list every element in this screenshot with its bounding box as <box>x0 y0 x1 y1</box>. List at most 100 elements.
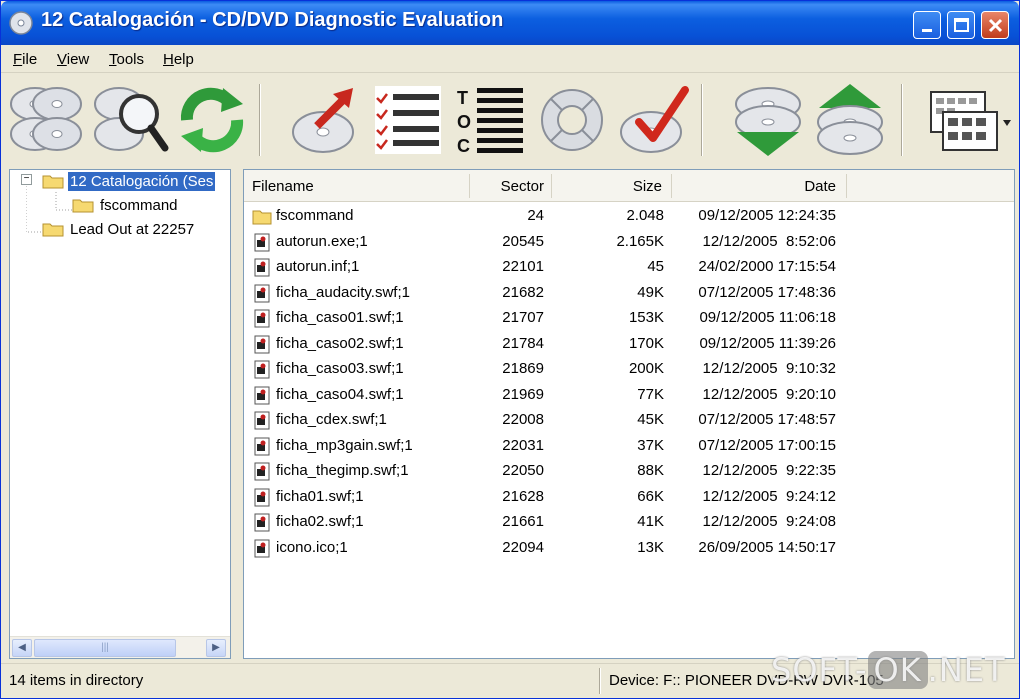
cell-filename: ficha_caso04.swf;1 <box>276 385 404 403</box>
tree-item-label: Lead Out at 22257 <box>70 220 195 238</box>
cell-size: 2.048 <box>626 207 664 224</box>
cell-filename: ficha01.swf;1 <box>276 487 364 505</box>
file-icon <box>254 462 270 481</box>
watermark-box: OK <box>867 651 928 689</box>
list-header: Filename Sector Size Date <box>244 170 1014 202</box>
table-row[interactable]: ficha_caso04.swf;1 21969 77K 12/12/2005 9:2… <box>244 383 1014 408</box>
minimize-icon <box>922 29 932 32</box>
table-row[interactable]: ficha_mp3gain.swf;1 22031 37K 07/12/2005 17… <box>244 434 1014 459</box>
view-mode-button[interactable] <box>927 82 1013 158</box>
lifebuoy-button[interactable] <box>533 82 611 158</box>
folder-tree[interactable]: − 12 Catalogación (Ses fscommand Lead Ou… <box>9 169 231 659</box>
checklist-button[interactable] <box>369 82 447 158</box>
scroll-left-button[interactable]: ◀ <box>12 639 32 657</box>
file-icon <box>254 284 270 302</box>
column-divider[interactable] <box>846 174 847 198</box>
menu-file[interactable]: File <box>13 51 37 68</box>
refresh-button[interactable] <box>173 82 251 158</box>
cell-sector: 21969 <box>502 385 544 403</box>
menu-help[interactable]: Help <box>163 51 194 68</box>
toc-button[interactable]: T O C <box>451 82 529 158</box>
table-row[interactable]: icono.ico;1 22094 13K 26/09/2005 14:50:17 <box>244 536 1014 561</box>
cell-filename: ficha_mp3gain.swf;1 <box>276 436 413 454</box>
checklist-icon <box>375 86 441 154</box>
minimize-button[interactable] <box>913 11 941 39</box>
status-divider <box>599 668 601 694</box>
disc-export-button[interactable] <box>287 82 365 158</box>
table-row[interactable]: ficha_cdex.swf;1 22008 45K 07/12/2005 17:48… <box>244 408 1014 433</box>
cell-size: 13K <box>637 538 664 556</box>
cell-filename: autorun.exe;1 <box>276 232 368 250</box>
table-row[interactable]: ficha02.swf;1 21661 41K 12/12/2005 9:24:08 <box>244 510 1014 535</box>
disc-up-button[interactable] <box>811 82 889 158</box>
cell-filename: fscommand <box>276 207 354 224</box>
table-row[interactable]: autorun.exe;1 20545 2.165K 12/12/2005 8:52:… <box>244 230 1014 255</box>
file-icon <box>254 539 270 557</box>
watermark-pre: SOFT- <box>771 651 868 689</box>
column-size[interactable]: Size <box>552 178 662 195</box>
cell-sector: 22101 <box>502 258 544 275</box>
maximize-icon <box>954 18 969 32</box>
cell-filename: icono.ico;1 <box>276 538 348 556</box>
maximize-button[interactable] <box>947 11 975 39</box>
cell-size: 66K <box>637 487 664 505</box>
cell-size: 41K <box>637 513 664 530</box>
cell-filename: ficha_cdex.swf;1 <box>276 411 387 428</box>
cell-sector: 22050 <box>502 462 544 479</box>
table-row[interactable]: fscommand 24 2.048 09/12/2005 12:24:35 <box>244 204 1014 229</box>
column-date[interactable]: Date <box>672 178 836 195</box>
disc-verify-button[interactable] <box>615 82 693 158</box>
table-row[interactable]: autorun.inf;1 22101 45 24/02/2000 17:15:54 <box>244 255 1014 280</box>
file-icon <box>254 335 270 353</box>
table-row[interactable]: ficha_caso02.swf;1 21784 170K 09/12/2005 11… <box>244 332 1014 357</box>
file-icon <box>254 309 270 328</box>
table-row[interactable]: ficha_thegimp.swf;1 22050 88K 12/12/2005 9:… <box>244 459 1014 484</box>
cell-sector: 21661 <box>502 513 544 530</box>
table-row[interactable]: ficha_audacity.swf;1 21682 49K 07/12/2005 1… <box>244 281 1014 306</box>
cell-filename: ficha_audacity.swf;1 <box>276 283 410 301</box>
menu-tools[interactable]: Tools <box>109 51 144 68</box>
toolbar-separator <box>901 84 903 156</box>
disc-down-button[interactable] <box>729 82 807 158</box>
column-sector[interactable]: Sector <box>470 178 544 195</box>
file-icon <box>254 258 270 277</box>
disc-verify-icon <box>620 86 689 153</box>
tree-horizontal-scrollbar[interactable]: ◀ ||| ▶ <box>10 636 230 658</box>
scroll-thumb[interactable]: ||| <box>34 639 176 657</box>
cell-date: 07/12/2005 17:00:15 <box>698 436 836 454</box>
cell-sector: 21628 <box>502 487 544 505</box>
table-row[interactable]: ficha_caso01.swf;1 21707 153K 09/12/2005 11… <box>244 306 1014 331</box>
watermark: SOFT- OK .NET <box>771 651 1006 689</box>
disc-stack-button[interactable] <box>7 82 85 158</box>
scroll-right-button[interactable]: ▶ <box>206 639 226 657</box>
cell-filename: ficha_caso02.swf;1 <box>276 334 404 352</box>
disc-export-icon <box>292 88 354 153</box>
cell-size: 45 <box>647 258 664 275</box>
file-list[interactable]: Filename Sector Size Date fscommand 24 2.0… <box>243 169 1015 659</box>
cell-date: 09/12/2005 11:06:18 <box>699 309 836 326</box>
file-icon <box>254 411 270 430</box>
close-button[interactable] <box>981 11 1009 39</box>
tree-item-label: fscommand <box>100 196 178 214</box>
cell-date: 09/12/2005 11:39:26 <box>699 334 836 352</box>
close-icon <box>988 18 1003 33</box>
cell-date: 12/12/2005 9:24:08 <box>702 513 836 530</box>
tree-collapse-toggle[interactable]: − <box>21 174 32 185</box>
svg-text:C: C <box>457 136 470 156</box>
lifebuoy-icon <box>541 89 603 151</box>
cell-date: 12/12/2005 9:24:12 <box>702 487 836 505</box>
title-bar[interactable]: 12 Catalogación - CD/DVD Diagnostic Eval… <box>1 1 1019 45</box>
table-row[interactable]: ficha01.swf;1 21628 66K 12/12/2005 9:24:12 <box>244 485 1014 510</box>
menu-view[interactable]: View <box>57 51 89 68</box>
table-row[interactable]: ficha_caso03.swf;1 21869 200K 12/12/2005 9:… <box>244 357 1014 382</box>
cell-filename: ficha_caso03.swf;1 <box>276 360 404 377</box>
tree-item-fscommand[interactable]: fscommand <box>72 196 180 218</box>
tree-lines <box>26 186 72 233</box>
cell-sector: 22031 <box>502 436 544 454</box>
column-filename[interactable]: Filename <box>252 178 314 195</box>
cell-sector: 21682 <box>502 283 544 301</box>
disc-search-button[interactable] <box>91 82 169 158</box>
cell-size: 37K <box>637 436 664 454</box>
disc-search-icon <box>94 87 169 152</box>
cell-filename: ficha02.swf;1 <box>276 513 364 530</box>
